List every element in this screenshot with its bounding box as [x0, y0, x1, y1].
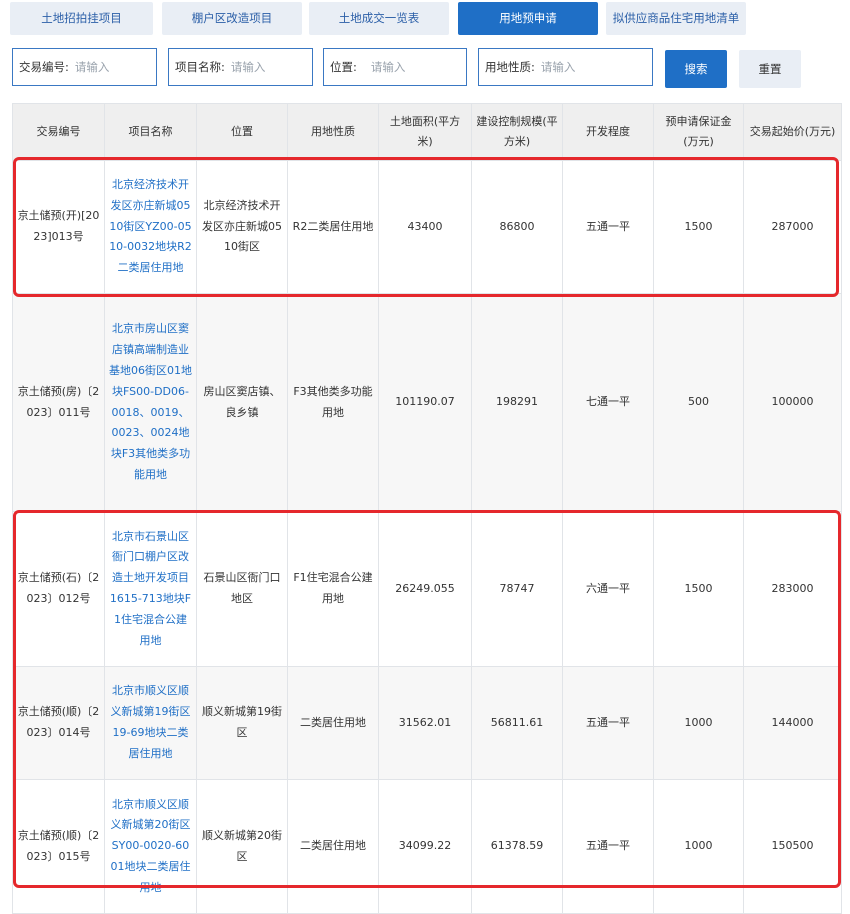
trade-no-label: 交易编号: — [19, 60, 69, 74]
construction-scale-cell: 78747 — [471, 511, 563, 667]
table-row: 京土储预(石)〔2023〕012号 北京市石景山区衙门口棚户区改造土地开发项目1… — [12, 511, 842, 667]
table-header-row: 交易编号 项目名称 位置 用地性质 土地面积(平方米) 建设控制规模(平方米) … — [12, 103, 842, 161]
development-level-cell: 七通一平 — [562, 293, 654, 512]
project-name-label: 项目名称: — [175, 60, 225, 74]
tab-land-transactions[interactable]: 土地成交一览表 — [309, 2, 449, 35]
construction-scale-cell: 86800 — [471, 160, 563, 294]
project-name-input[interactable] — [230, 60, 301, 74]
development-level-cell: 五通一平 — [562, 779, 654, 914]
land-use-cell: R2二类居住用地 — [287, 160, 379, 294]
land-use-cell: F1住宅混合公建用地 — [287, 511, 379, 667]
land-use-cell: 二类居住用地 — [287, 666, 379, 780]
land-area-cell: 34099.22 — [378, 779, 472, 914]
search-button[interactable]: 搜索 — [665, 50, 727, 88]
project-name-link[interactable]: 北京市顺义区顺义新城第20街区SY00-0020-6001地块二类居住用地 — [104, 779, 197, 914]
location-filter: 位置: — [323, 48, 467, 86]
land-use-filter: 用地性质: — [478, 48, 653, 86]
table-row: 京土储预(房)〔2023〕011号 北京市房山区窦店镇高端制造业基地06街区01… — [12, 293, 842, 512]
header-start-price: 交易起始价(万元) — [743, 103, 842, 161]
table-row: 京土储预(开)[2023]013号 北京经济技术开发区亦庄新城0510街区YZ0… — [12, 160, 842, 294]
header-land-use: 用地性质 — [287, 103, 379, 161]
tab-housing-land-supply-list[interactable]: 拟供应商品住宅用地清单 — [606, 2, 746, 35]
project-name-link[interactable]: 北京市石景山区衙门口棚户区改造土地开发项目1615-713地块F1住宅混合公建用… — [104, 511, 197, 667]
start-price-cell: 287000 — [743, 160, 842, 294]
header-construction-scale: 建设控制规模(平方米) — [471, 103, 563, 161]
trade-no-cell: 京土储预(开)[2023]013号 — [12, 160, 105, 294]
development-level-cell: 五通一平 — [562, 666, 654, 780]
land-area-cell: 43400 — [378, 160, 472, 294]
trade-no-cell: 京土储预(石)〔2023〕012号 — [12, 511, 105, 667]
project-name-link[interactable]: 北京经济技术开发区亦庄新城0510街区YZ00-0510-0032地块R2二类居… — [104, 160, 197, 294]
land-use-input[interactable] — [540, 60, 611, 74]
land-area-cell: 31562.01 — [378, 666, 472, 780]
construction-scale-cell: 61378.59 — [471, 779, 563, 914]
tab-shantytown-renovation[interactable]: 棚户区改造项目 — [162, 2, 302, 35]
tab-land-pre-application[interactable]: 用地预申请 — [458, 2, 598, 35]
land-use-label: 用地性质: — [485, 60, 535, 74]
trade-no-input[interactable] — [74, 60, 145, 74]
development-level-cell: 六通一平 — [562, 511, 654, 667]
deposit-cell: 1000 — [653, 666, 744, 780]
location-cell: 房山区窦店镇、良乡镇 — [196, 293, 288, 512]
development-level-cell: 五通一平 — [562, 160, 654, 294]
header-trade-no: 交易编号 — [12, 103, 105, 161]
construction-scale-cell: 198291 — [471, 293, 563, 512]
location-cell: 顺义新城第20街区 — [196, 779, 288, 914]
table-row: 京土储预(顺)〔2023〕014号 北京市顺义区顺义新城第19街区19-69地块… — [12, 666, 842, 780]
deposit-cell: 500 — [653, 293, 744, 512]
deposit-cell: 1000 — [653, 779, 744, 914]
deposit-cell: 1500 — [653, 160, 744, 294]
land-pre-application-table: 交易编号 项目名称 位置 用地性质 土地面积(平方米) 建设控制规模(平方米) … — [12, 103, 842, 914]
land-use-cell: F3其他类多功能用地 — [287, 293, 379, 512]
construction-scale-cell: 56811.61 — [471, 666, 563, 780]
start-price-cell: 100000 — [743, 293, 842, 512]
reset-button[interactable]: 重置 — [739, 50, 801, 88]
location-cell: 北京经济技术开发区亦庄新城0510街区 — [196, 160, 288, 294]
project-name-link[interactable]: 北京市房山区窦店镇高端制造业基地06街区01地块FS00-DD06-0018、0… — [104, 293, 197, 512]
header-project-name: 项目名称 — [104, 103, 197, 161]
project-name-filter: 项目名称: — [168, 48, 313, 86]
table-row: 京土储预(顺)〔2023〕015号 北京市顺义区顺义新城第20街区SY00-00… — [12, 779, 842, 914]
location-cell: 顺义新城第19街区 — [196, 666, 288, 780]
deposit-cell: 1500 — [653, 511, 744, 667]
trade-no-cell: 京土储预(顺)〔2023〕014号 — [12, 666, 105, 780]
trade-no-filter: 交易编号: — [12, 48, 157, 86]
land-area-cell: 26249.055 — [378, 511, 472, 667]
start-price-cell: 144000 — [743, 666, 842, 780]
tab-land-auction[interactable]: 土地招拍挂项目 — [10, 2, 153, 35]
header-development-level: 开发程度 — [562, 103, 654, 161]
header-land-area: 土地面积(平方米) — [378, 103, 472, 161]
land-area-cell: 101190.07 — [378, 293, 472, 512]
location-label: 位置: — [330, 60, 357, 74]
location-cell: 石景山区衙门口地区 — [196, 511, 288, 667]
project-name-link[interactable]: 北京市顺义区顺义新城第19街区19-69地块二类居住用地 — [104, 666, 197, 780]
start-price-cell: 283000 — [743, 511, 842, 667]
location-input[interactable] — [370, 60, 441, 74]
trade-no-cell: 京土储预(顺)〔2023〕015号 — [12, 779, 105, 914]
header-deposit: 预申请保证金(万元) — [653, 103, 744, 161]
start-price-cell: 150500 — [743, 779, 842, 914]
land-use-cell: 二类居住用地 — [287, 779, 379, 914]
header-location: 位置 — [196, 103, 288, 161]
filter-bar: 交易编号: 项目名称: 位置: 用地性质: 搜索 重置 — [12, 48, 842, 90]
trade-no-cell: 京土储预(房)〔2023〕011号 — [12, 293, 105, 512]
